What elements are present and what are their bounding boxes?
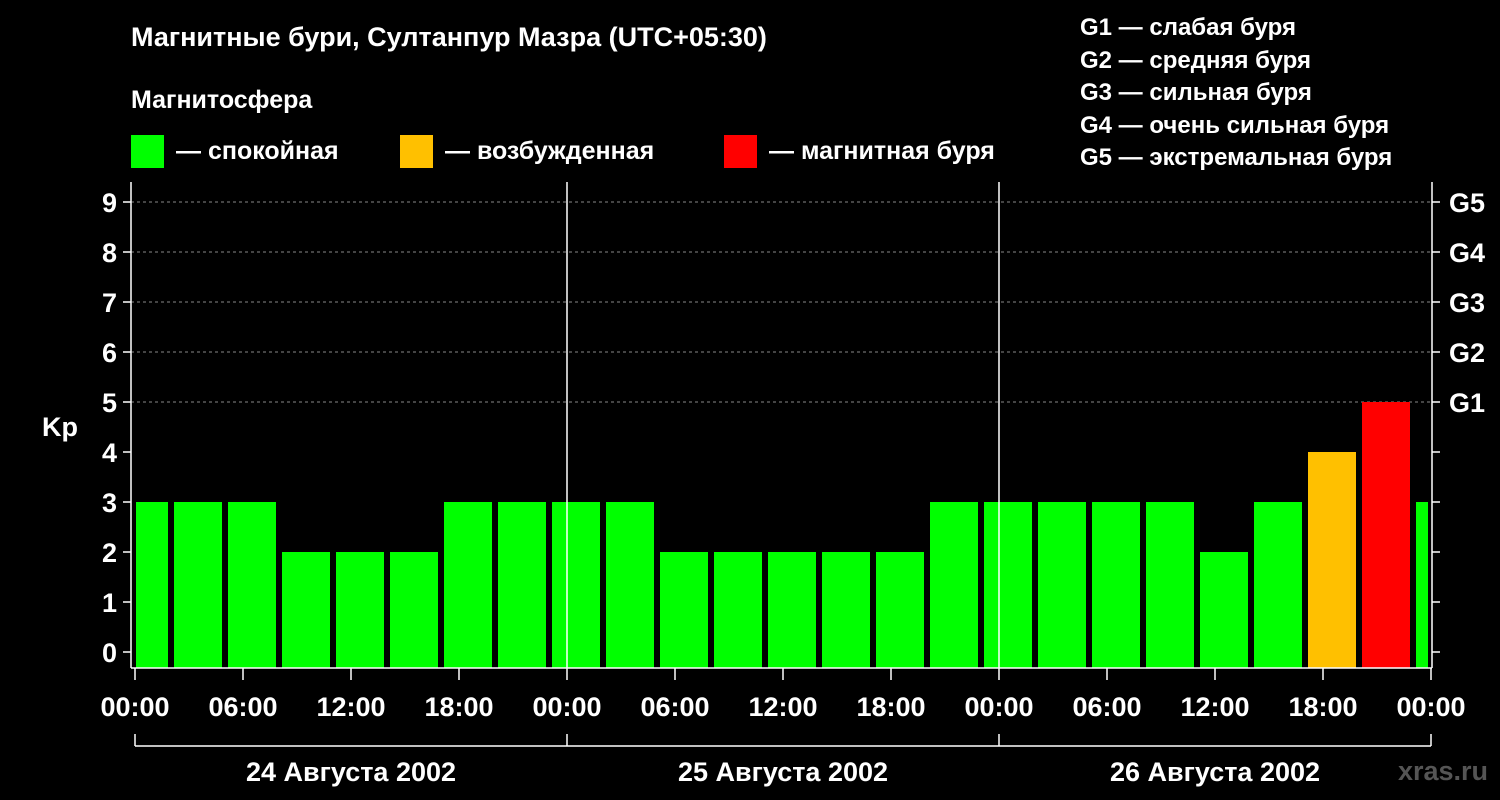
g-level-label: G4 [1449, 238, 1485, 268]
kp-bar [606, 502, 654, 668]
kp-bar [1092, 502, 1140, 668]
kp-bar [660, 552, 708, 668]
kp-bar [282, 552, 330, 668]
y-tick-label: 4 [102, 438, 117, 468]
y-tick-label: 6 [102, 338, 117, 368]
y-tick-label: 0 [102, 638, 117, 668]
x-tick-label: 18:00 [856, 692, 925, 722]
kp-bar [714, 552, 762, 668]
kp-bar [768, 552, 816, 668]
g-level-label: G3 [1449, 288, 1485, 318]
kp-bar [498, 502, 546, 668]
date-label: 25 Августа 2002 [678, 757, 888, 787]
x-tick-label: 12:00 [748, 692, 817, 722]
x-tick-label: 00:00 [100, 692, 169, 722]
x-tick-label: 06:00 [208, 692, 277, 722]
kp-bar [390, 552, 438, 668]
y-tick-label: 3 [102, 488, 117, 518]
x-tick-label: 12:00 [1180, 692, 1249, 722]
kp-bar [174, 502, 222, 668]
watermark: xras.ru [1397, 756, 1488, 786]
x-tick-label: 00:00 [532, 692, 601, 722]
date-label: 24 Августа 2002 [246, 757, 456, 787]
kp-bar [228, 502, 276, 668]
kp-bar [1254, 502, 1302, 668]
kp-bar [552, 502, 600, 668]
x-tick-label: 12:00 [316, 692, 385, 722]
date-label: 26 Августа 2002 [1110, 757, 1320, 787]
y-tick-label: 8 [102, 238, 117, 268]
x-tick-label: 18:00 [1288, 692, 1357, 722]
kp-bar [984, 502, 1032, 668]
kp-chart: 0 1 2 3 4 5 6 7 8 9 G1 G2 G3 G4 G5 00:00 06:00 12:00 18:00… [100, 182, 1485, 787]
kp-bar [1038, 502, 1086, 668]
kp-bar [822, 552, 870, 668]
x-tick-label: 00:00 [964, 692, 1033, 722]
kp-bar [1146, 502, 1194, 668]
kp-bar [930, 502, 978, 668]
g-level-label: G1 [1449, 388, 1485, 418]
kp-bar [336, 552, 384, 668]
x-tick-label: 00:00 [1396, 692, 1465, 722]
kp-bar [444, 502, 492, 668]
x-tick-label: 18:00 [424, 692, 493, 722]
kp-bar [136, 502, 168, 668]
y-tick-label: 7 [102, 288, 117, 318]
x-tick-label: 06:00 [640, 692, 709, 722]
kp-bar [876, 552, 924, 668]
y-tick-label: 2 [102, 538, 117, 568]
kp-bar [1308, 452, 1356, 668]
kp-bar [1362, 402, 1410, 668]
y-tick-label: 9 [102, 188, 117, 218]
kp-bar [1416, 502, 1428, 668]
x-tick-label: 06:00 [1072, 692, 1141, 722]
g-level-label: G2 [1449, 338, 1485, 368]
kp-bar [1200, 552, 1248, 668]
y-tick-label: 1 [102, 588, 117, 618]
g-level-label: G5 [1449, 188, 1485, 218]
y-tick-label: 5 [102, 388, 117, 418]
